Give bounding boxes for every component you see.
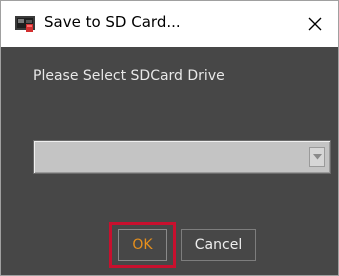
chevron-down-icon <box>312 154 322 160</box>
save-to-sd-card-dialog: Save to SD Card... Please Select SDCard … <box>0 0 339 276</box>
dropdown-toggle[interactable] <box>309 147 325 167</box>
sd-card-app-icon <box>15 16 35 32</box>
drive-select-dropdown[interactable] <box>33 140 331 174</box>
select-drive-prompt: Please Select SDCard Drive <box>33 68 225 84</box>
ok-button[interactable]: OK <box>118 229 167 261</box>
title-bar: Save to SD Card... <box>1 1 338 47</box>
dialog-title: Save to SD Card... <box>44 13 181 31</box>
close-button[interactable] <box>292 1 338 47</box>
close-icon <box>308 17 322 31</box>
cancel-button[interactable]: Cancel <box>181 229 256 261</box>
